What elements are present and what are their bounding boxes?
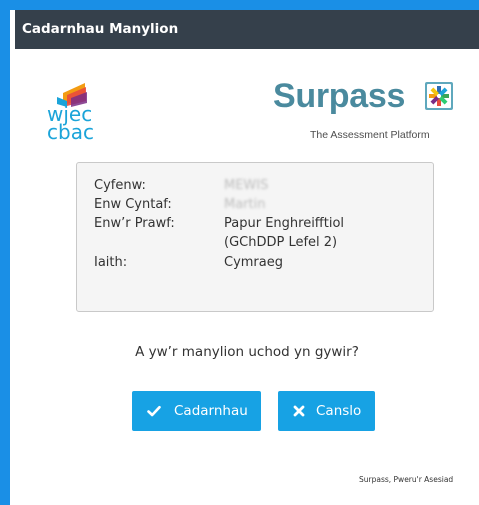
check-icon — [147, 405, 161, 417]
cancel-button[interactable]: Canslo — [278, 391, 375, 431]
close-icon — [293, 405, 305, 417]
test-name-label: Enw’r Prawf: — [94, 216, 175, 231]
confirmation-question: A yw’r manylion uchod yn gywir? — [135, 344, 359, 360]
wjec-cbac-logo: wjec cbac — [45, 79, 115, 144]
window-frame-top — [0, 0, 479, 10]
confirm-button[interactable]: Cadarnhau — [132, 391, 261, 431]
dialog-title: Cadarnhau Manylion — [15, 10, 479, 49]
first-name-label: Enw Cyntaf: — [94, 197, 172, 212]
cancel-button-label: Canslo — [316, 403, 362, 419]
window-frame-left — [0, 0, 10, 505]
confirm-button-label: Cadarnhau — [174, 403, 248, 419]
surpass-wordmark: Surpass — [273, 77, 406, 115]
test-name-value: Papur Enghreifftiol — [224, 216, 345, 231]
surname-value: MEWIS — [224, 178, 269, 193]
surname-label: Cyfenw: — [94, 178, 146, 193]
test-name-value-line2: (GChDDP Lefel 2) — [224, 235, 338, 250]
cbac-text: cbac — [47, 120, 94, 141]
footer-text: Surpass, Pweru'r Asesiad — [359, 475, 454, 484]
surpass-logo: Surpass The Assessment Platform — [273, 77, 458, 141]
confirm-details-dialog: Cadarnhau Manylion wjec cbac Surpass The… — [15, 10, 479, 505]
language-value: Cymraeg — [224, 255, 283, 270]
surpass-tagline: The Assessment Platform — [310, 129, 430, 141]
language-label: Iaith: — [94, 255, 128, 270]
first-name-value: Martin — [224, 197, 266, 212]
candidate-details-panel: Cyfenw: MEWIS Enw Cyntaf: Martin Enw’r P… — [76, 162, 434, 312]
surpass-star-icon — [425, 82, 453, 110]
